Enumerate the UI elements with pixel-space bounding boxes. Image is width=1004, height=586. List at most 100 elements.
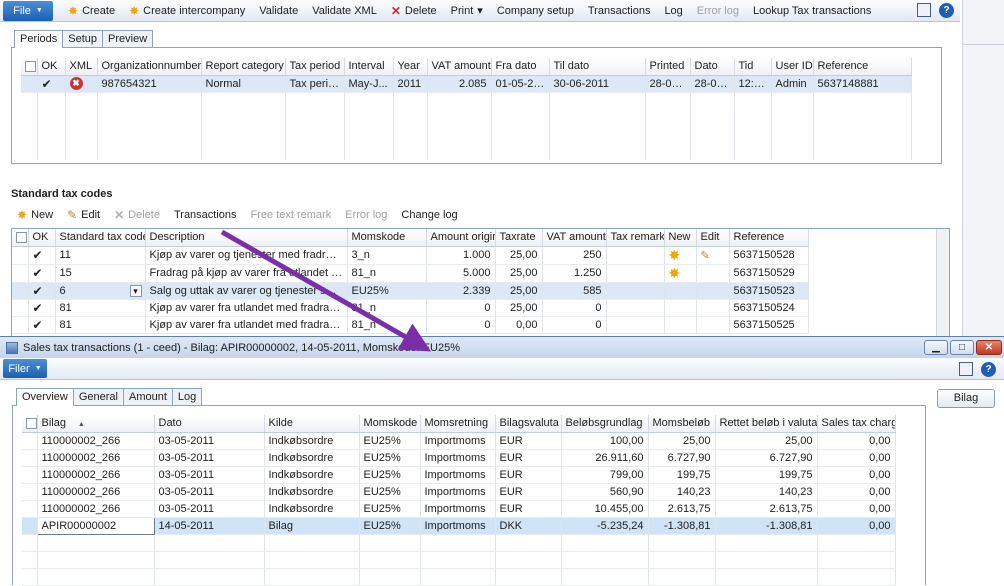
column-header-bilag[interactable]: Bilag ▲ — [37, 415, 155, 433]
row-selector[interactable] — [22, 500, 38, 518]
table-row[interactable]: ✔ 6 ▾ Salg og uttak av varer og tjenester s… — [12, 282, 809, 300]
column-header-description[interactable]: Description — [145, 229, 348, 247]
tab-periods[interactable]: Periods — [14, 30, 64, 48]
menu-item-error-log[interactable]: Error log — [690, 4, 746, 17]
tab-setup[interactable]: Setup — [62, 30, 104, 47]
menu-item-create[interactable]: ✸ Create — [61, 4, 122, 17]
toolbar-delete-button[interactable]: ✕ Delete — [107, 209, 167, 221]
row-selector[interactable] — [21, 75, 38, 93]
table-row[interactable]: ✔ ✖ 987654321 Normal Tax perio... May-J... 201… — [21, 75, 912, 93]
file-menu-button[interactable]: File ▼ — [3, 0, 53, 21]
toolbar-error-log-button[interactable]: Error log — [338, 209, 394, 221]
row-selector[interactable] — [12, 316, 29, 334]
column-header-momsretning[interactable]: Momsretning — [420, 415, 496, 433]
select-all-checkbox[interactable] — [12, 229, 29, 247]
filer-menu-button[interactable]: Filer ▼ — [3, 359, 47, 378]
table-row[interactable]: 110000002_266 03-05-2011 Indkøbsordre EU25%… — [22, 449, 896, 467]
column-header-ok[interactable]: OK — [28, 229, 56, 247]
std-scrollbar[interactable] — [936, 229, 949, 341]
help-icon[interactable]: ? — [939, 3, 954, 18]
select-all-checkbox[interactable] — [21, 58, 38, 76]
tab-log[interactable]: Log — [171, 388, 203, 405]
row-selector[interactable] — [22, 483, 38, 501]
column-header-tid[interactable]: Tid — [734, 58, 772, 76]
menu-item-company-setup[interactable]: Company setup — [490, 4, 581, 17]
tax-code-dropdown-button[interactable]: ▾ — [129, 284, 142, 297]
column-header-beløbsgrundlag[interactable]: Beløbsgrundlag — [561, 415, 649, 433]
tab-overview[interactable]: Overview — [16, 388, 74, 406]
toolbar-edit-button[interactable]: ✎ Edit — [60, 209, 107, 221]
row-selector[interactable] — [12, 282, 29, 300]
column-header-printed[interactable]: Printed — [645, 58, 691, 76]
select-all-checkbox[interactable] — [22, 415, 38, 433]
column-header-xml[interactable]: XML — [65, 58, 98, 76]
column-header-year[interactable]: Year — [393, 58, 428, 76]
tab-amount[interactable]: Amount — [122, 388, 173, 405]
column-header-tax-remark[interactable]: Tax remark — [606, 229, 665, 247]
menu-item-log[interactable]: Log — [657, 4, 689, 17]
toolbar-transactions-button[interactable]: Transactions — [167, 209, 244, 221]
row-selector[interactable] — [22, 466, 38, 484]
column-header-new[interactable]: New — [664, 229, 697, 247]
row-selector[interactable] — [12, 264, 29, 283]
column-header-til-dato[interactable]: Til dato — [549, 58, 646, 76]
column-header-sales-tax-charge[interactable]: Sales tax charge — [817, 415, 896, 433]
column-header-taxrate[interactable]: Taxrate — [495, 229, 543, 247]
column-header-user-id[interactable]: User ID — [771, 58, 814, 76]
column-header-reference[interactable]: Reference — [813, 58, 912, 76]
menu-item-create-intercompany[interactable]: ✸ Create intercompany — [122, 4, 252, 17]
bilag-button[interactable]: Bilag — [937, 389, 995, 408]
help-icon[interactable]: ? — [981, 362, 996, 377]
column-header-interval[interactable]: Interval — [344, 58, 394, 76]
tab-general[interactable]: General — [72, 388, 124, 405]
column-header-tax-period[interactable]: Tax period — [285, 58, 345, 76]
menu-item-delete[interactable]: ✕ Delete — [384, 4, 444, 17]
close-button[interactable]: ✕ — [976, 340, 1002, 355]
table-row[interactable]: ✔ 81 Kjøp av varer fra utlandet med fradra… — [12, 316, 809, 334]
row-selector[interactable] — [12, 246, 29, 265]
table-row[interactable]: APIR00000002 14-05-2011 Bilag EU25% Importmo… — [22, 516, 896, 535]
column-header-reference[interactable]: Reference — [729, 229, 809, 247]
table-row[interactable]: ✔ 81 Kjøp av varer fra utlandet med fradra… — [12, 299, 809, 317]
column-header-rettet-beløb-i-valuta[interactable]: Rettet beløb i valuta — [715, 415, 818, 433]
column-header-momskode[interactable]: Momskode — [359, 415, 421, 433]
column-header-kilde[interactable]: Kilde — [264, 415, 360, 433]
row-selector[interactable] — [12, 299, 29, 317]
column-header-dato[interactable]: Dato — [154, 415, 265, 433]
toolbar-free-text-remark-button[interactable]: Free text remark — [244, 209, 339, 221]
column-header-dato[interactable]: Dato — [690, 58, 735, 76]
menu-item-print[interactable]: Print ▾ — [444, 4, 490, 18]
window-layout-icon[interactable] — [959, 362, 973, 376]
row-selector[interactable] — [22, 449, 38, 467]
column-header-edit[interactable]: Edit — [696, 229, 730, 247]
row-selector[interactable] — [22, 432, 38, 450]
column-header-bilagsvaluta[interactable]: Bilagsvaluta — [495, 415, 562, 433]
table-row[interactable]: 110000002_266 03-05-2011 Indkøbsordre EU25%… — [22, 466, 896, 484]
column-header-fra-dato[interactable]: Fra dato — [491, 58, 550, 76]
column-header-standard-tax-code[interactable]: Standard tax code — [55, 229, 146, 247]
toolbar-change-log-button[interactable]: Change log — [394, 209, 464, 221]
menu-item-lookup-tax-transactions[interactable]: Lookup Tax transactions — [746, 4, 878, 17]
menu-item-validate-xml[interactable]: Validate XML — [305, 4, 384, 17]
column-header-momsbeløb[interactable]: Momsbeløb — [648, 415, 716, 433]
table-row[interactable]: 110000002_266 03-05-2011 Indkøbsordre EU25%… — [22, 432, 896, 450]
toolbar-new-button[interactable]: ✸ New — [10, 209, 60, 221]
tab-preview[interactable]: Preview — [102, 30, 154, 47]
minimize-button[interactable]: ▁ — [924, 340, 948, 355]
table-row[interactable]: 110000002_266 03-05-2011 Indkøbsordre EU25%… — [22, 500, 896, 518]
column-header-ok[interactable]: OK — [37, 58, 66, 76]
column-header-organizationnumber[interactable]: Organizationnumber — [97, 58, 202, 76]
menu-item-validate[interactable]: Validate — [252, 4, 305, 17]
column-header-report-category[interactable]: Report category — [201, 58, 286, 76]
table-row[interactable]: ✔ 11 Kjøp av varer og tjenester med fradra… — [12, 246, 809, 265]
table-row[interactable]: 110000002_266 03-05-2011 Indkøbsordre EU25%… — [22, 483, 896, 501]
maximize-button[interactable]: □ — [950, 340, 974, 355]
window-layout-icon[interactable] — [917, 3, 931, 17]
column-header-amount-origin[interactable]: Amount origin — [426, 229, 496, 247]
column-header-vat-amount[interactable]: VAT amount — [427, 58, 492, 76]
row-selector[interactable] — [22, 517, 38, 535]
column-header-momskode[interactable]: Momskode — [347, 229, 427, 247]
table-row[interactable]: ✔ 15 Fradrag på kjøp av varer fra utlandet… — [12, 264, 809, 283]
menu-item-transactions[interactable]: Transactions — [581, 4, 658, 17]
column-header-vat-amount[interactable]: VAT amount — [542, 229, 607, 247]
